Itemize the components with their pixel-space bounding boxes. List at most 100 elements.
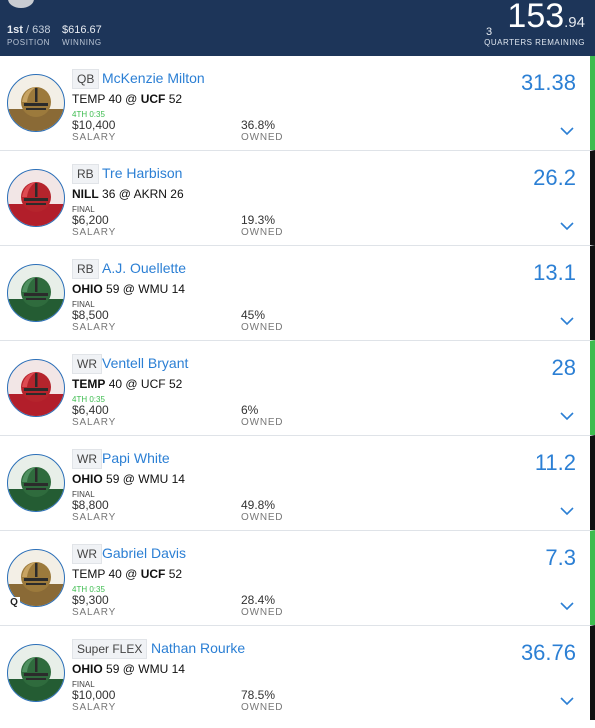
score-away: 40 bbox=[108, 567, 122, 581]
player-row[interactable]: Q WR Gabriel Davis TEMP 40 @ UCF 52 4TH … bbox=[0, 530, 595, 625]
chevron-down-icon[interactable] bbox=[560, 601, 574, 611]
fantasy-points: 7.3 bbox=[545, 545, 576, 570]
fantasy-points: 11.2 bbox=[534, 450, 576, 475]
chevron-down-icon[interactable] bbox=[560, 411, 574, 421]
salary-label: SALARY bbox=[72, 322, 117, 333]
salary-label: SALARY bbox=[72, 132, 117, 143]
score-away: 59 bbox=[106, 662, 120, 676]
salary-value: $6,200 bbox=[72, 213, 109, 227]
owned-label: OWNED bbox=[241, 132, 284, 143]
helmet-icon bbox=[8, 87, 64, 131]
salary-value: $10,000 bbox=[72, 688, 116, 702]
team-away: TEMP bbox=[72, 92, 106, 106]
score-home: 14 bbox=[171, 472, 185, 486]
total-score: 153.94 bbox=[507, 0, 585, 43]
player-row[interactable]: WR Papi White OHIO 59 @ WMU 14 FINAL $8,… bbox=[0, 435, 595, 530]
owned-value: 6% bbox=[241, 403, 259, 417]
salary-value: $6,400 bbox=[72, 403, 109, 417]
player-avatar bbox=[7, 454, 65, 512]
position-tag: WR bbox=[72, 449, 102, 469]
at-symbol: @ bbox=[125, 377, 138, 391]
chevron-down-icon[interactable] bbox=[560, 126, 574, 136]
score-away: 36 bbox=[102, 187, 116, 201]
at-symbol: @ bbox=[125, 567, 138, 581]
game-score: NILL 36 @ AKRN 26 bbox=[72, 187, 184, 201]
user-avatar[interactable] bbox=[8, 0, 34, 8]
player-name-link[interactable]: McKenzie Milton bbox=[102, 70, 205, 86]
player-name-link[interactable]: Ventell Bryant bbox=[102, 355, 188, 371]
salary-label: SALARY bbox=[72, 607, 117, 618]
score-away: 59 bbox=[106, 282, 120, 296]
team-home: WMU bbox=[138, 662, 169, 676]
at-symbol: @ bbox=[125, 92, 138, 106]
salary-value: $10,400 bbox=[72, 118, 116, 132]
position-tag: QB bbox=[72, 69, 100, 89]
team-away: TEMP bbox=[72, 377, 106, 391]
helmet-icon bbox=[8, 277, 64, 321]
owned-value: 19.3% bbox=[241, 213, 276, 227]
team-away: OHIO bbox=[72, 282, 103, 296]
at-symbol: @ bbox=[122, 662, 135, 676]
score-away: 59 bbox=[106, 472, 120, 486]
player-name-link[interactable]: Nathan Rourke bbox=[151, 640, 245, 656]
player-avatar bbox=[7, 264, 65, 322]
injury-badge: Q bbox=[8, 597, 20, 609]
helmet-icon bbox=[8, 657, 64, 701]
salary-label: SALARY bbox=[72, 227, 117, 238]
salary-label: SALARY bbox=[72, 417, 117, 428]
score-integer: 153 bbox=[507, 0, 565, 35]
team-away: NILL bbox=[72, 187, 99, 201]
owned-label: OWNED bbox=[241, 512, 284, 523]
player-name-link[interactable]: A.J. Ouellette bbox=[102, 260, 186, 276]
team-away: TEMP bbox=[72, 567, 106, 581]
salary-label: SALARY bbox=[72, 702, 117, 713]
position-tag: WR bbox=[72, 544, 102, 564]
owned-label: OWNED bbox=[241, 607, 284, 618]
score-home: 14 bbox=[171, 662, 185, 676]
salary-value: $8,500 bbox=[72, 308, 109, 322]
owned-label: OWNED bbox=[241, 322, 284, 333]
owned-label: OWNED bbox=[241, 417, 284, 428]
contest-header: 1st / 638 POSITION $616.67 WINNING 153.9… bbox=[0, 0, 595, 56]
team-home: WMU bbox=[138, 282, 169, 296]
player-row[interactable]: WR Ventell Bryant TEMP 40 @ UCF 52 4TH 0… bbox=[0, 340, 595, 435]
chevron-down-icon[interactable] bbox=[560, 316, 574, 326]
player-row[interactable]: RB A.J. Ouellette OHIO 59 @ WMU 14 FINAL… bbox=[0, 245, 595, 340]
fantasy-points: 26.2 bbox=[533, 165, 576, 190]
winning-value: $616.67 bbox=[62, 24, 102, 36]
winning-label: WINNING bbox=[62, 38, 102, 47]
player-name-link[interactable]: Tre Harbison bbox=[102, 165, 182, 181]
player-avatar bbox=[7, 169, 65, 227]
player-name-link[interactable]: Papi White bbox=[102, 450, 170, 466]
player-name-link[interactable]: Gabriel Davis bbox=[102, 545, 186, 561]
player-row[interactable]: Super FLEX Nathan Rourke OHIO 59 @ WMU 1… bbox=[0, 625, 595, 720]
player-row[interactable]: RB Tre Harbison NILL 36 @ AKRN 26 FINAL … bbox=[0, 150, 595, 245]
team-away: OHIO bbox=[72, 472, 103, 486]
chevron-down-icon[interactable] bbox=[560, 506, 574, 516]
helmet-icon bbox=[8, 182, 64, 226]
game-score: TEMP 40 @ UCF 52 bbox=[72, 567, 182, 581]
player-row[interactable]: QB McKenzie Milton TEMP 40 @ UCF 52 4TH … bbox=[0, 56, 595, 150]
player-avatar bbox=[7, 359, 65, 417]
owned-value: 28.4% bbox=[241, 593, 276, 607]
position-stat: 1st / 638 POSITION bbox=[7, 24, 50, 47]
fantasy-points: 36.76 bbox=[520, 640, 576, 665]
chevron-down-icon[interactable] bbox=[560, 221, 574, 231]
at-symbol: @ bbox=[122, 282, 135, 296]
owned-value: 45% bbox=[241, 308, 266, 322]
owned-value: 36.8% bbox=[241, 118, 276, 132]
team-home: AKRN bbox=[133, 187, 167, 201]
score-home: 14 bbox=[171, 282, 185, 296]
salary-label: SALARY bbox=[72, 512, 117, 523]
helmet-icon bbox=[8, 467, 64, 511]
game-score: OHIO 59 @ WMU 14 bbox=[72, 472, 185, 486]
quarters-label: QUARTERS REMAINING bbox=[484, 38, 585, 47]
chevron-down-icon[interactable] bbox=[560, 696, 574, 706]
position-tag: RB bbox=[72, 164, 99, 184]
score-home: 52 bbox=[168, 567, 183, 581]
score-home: 26 bbox=[170, 187, 184, 201]
position-tag: WR bbox=[72, 354, 102, 374]
at-symbol: @ bbox=[118, 187, 131, 201]
game-score: OHIO 59 @ WMU 14 bbox=[72, 282, 185, 296]
fantasy-points: 28 bbox=[551, 355, 576, 380]
